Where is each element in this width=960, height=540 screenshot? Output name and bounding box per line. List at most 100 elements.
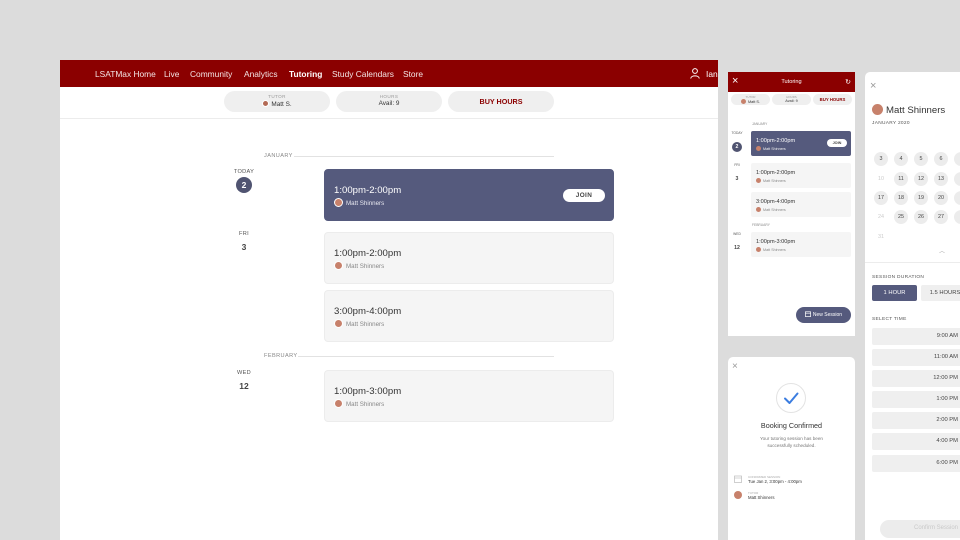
session-tutor: Matt Shinners <box>763 208 786 212</box>
user-icon[interactable] <box>690 68 700 79</box>
session-time: 1:00pm-3:00pm <box>334 386 402 397</box>
join-button[interactable]: JOIN <box>827 139 847 147</box>
duration-option[interactable]: 1.5 HOURS <box>921 285 960 301</box>
day-number: 3 <box>735 176 739 182</box>
calendar-day[interactable]: 5 <box>914 152 928 166</box>
time-slot[interactable]: 1:00 PM <box>872 391 960 408</box>
calendar-day: 31 <box>878 234 884 240</box>
session-time: 1:00pm-2:00pm <box>334 248 402 259</box>
tutor-selector[interactable]: TUTOR Matt S. <box>224 91 330 112</box>
time-slot-label: 2:00 PM <box>936 417 958 423</box>
nav-lsatmax-home[interactable]: LSATMax Home <box>95 69 156 79</box>
close-icon[interactable]: × <box>732 361 738 372</box>
mobile-view: × Tutoring ↻ TUTOR Matt S. HOURS Avail: … <box>728 72 855 336</box>
confirmation-message: Your tutoring session has been successfu… <box>760 436 823 448</box>
duration-option-selected[interactable]: 1 HOUR <box>872 285 917 301</box>
calendar-day[interactable]: 19 <box>914 191 928 205</box>
hours-display: HOURS Avail: 9 <box>336 91 442 112</box>
nav-analytics[interactable]: Analytics <box>244 69 278 79</box>
day-name: FRI <box>734 163 740 167</box>
session-card[interactable]: 1:00pm-2:00pm Matt Shinners <box>324 232 614 284</box>
month-label-january: JANUARY <box>752 122 768 126</box>
day-marker-fri: FRI 3 <box>232 231 256 255</box>
tutor-name: Matt Shinners <box>886 105 946 116</box>
new-session-button[interactable]: New Session <box>796 307 851 323</box>
nav-tutoring[interactable]: Tutoring <box>289 69 322 79</box>
time-slot[interactable]: 11:00 AM <box>872 349 960 366</box>
nav-live[interactable]: Live <box>164 69 179 79</box>
month-label-february: FEBRUARY <box>264 353 298 359</box>
day-number: 2 <box>236 177 252 193</box>
calendar-day[interactable]: 4 <box>894 152 908 166</box>
calendar-day[interactable] <box>954 210 960 224</box>
session-card[interactable]: 1:00pm-2:00pm Matt Shinners <box>751 163 851 188</box>
tutor-avatar <box>334 198 343 207</box>
session-time: 1:00pm-2:00pm <box>334 185 402 196</box>
calendar-day[interactable]: 27 <box>934 210 948 224</box>
calendar-day[interactable] <box>954 152 960 166</box>
close-icon[interactable]: × <box>870 80 876 92</box>
calendar-day[interactable]: 6 <box>934 152 948 166</box>
calendar-day[interactable]: 17 <box>874 191 888 205</box>
time-slot[interactable]: 2:00 PM <box>872 412 960 429</box>
refresh-icon[interactable]: ↻ <box>845 78 851 86</box>
session-card[interactable]: 1:00pm-3:00pm Matt Shinners <box>324 370 614 422</box>
month-label-february: FEBRUARY <box>752 223 770 227</box>
tutor-avatar <box>756 247 761 252</box>
hours-value: Avail: 9 <box>378 100 400 107</box>
tutor-avatar <box>734 491 742 499</box>
session-time: 1:00pm-3:00pm <box>756 239 796 245</box>
tutor-avatar <box>334 319 343 328</box>
calendar-day[interactable]: 18 <box>894 191 908 205</box>
session-tutor: Matt Shinners <box>346 321 385 328</box>
nav-store[interactable]: Store <box>403 69 423 79</box>
time-slot[interactable]: 6:00 PM <box>872 455 960 472</box>
calendar-day[interactable] <box>954 172 960 186</box>
month-divider <box>298 356 554 357</box>
calendar-day[interactable] <box>954 191 960 205</box>
chevron-up-icon[interactable]: ︿ <box>939 246 945 255</box>
day-number: 12 <box>734 245 740 251</box>
session-card-active[interactable]: 1:00pm-2:00pm Matt Shinners JOIN <box>751 131 851 156</box>
calendar-icon <box>734 475 742 483</box>
tutor-label: TUTOR <box>268 94 286 99</box>
calendar-day[interactable]: 13 <box>934 172 948 186</box>
mobile-hours-display: HOURS Avail: 9 <box>772 94 811 105</box>
session-card-active[interactable]: 1:00pm-2:00pm Matt Shinners JOIN <box>324 169 614 221</box>
confirm-session-button[interactable]: Confirm Session <box>880 520 960 538</box>
tutor-avatar <box>262 100 270 107</box>
day-marker-fri: FRI 3 <box>730 163 744 185</box>
user-name[interactable]: Ian <box>706 69 718 79</box>
day-marker-wed: WED 12 <box>730 232 744 254</box>
session-tutor: Matt Shinners <box>763 248 786 252</box>
time-slot[interactable]: 4:00 PM <box>872 433 960 450</box>
session-card[interactable]: 3:00pm-4:00pm Matt Shinners <box>324 290 614 342</box>
time-slot[interactable]: 9:00 AM <box>872 328 960 345</box>
calendar-day[interactable]: 26 <box>914 210 928 224</box>
calendar-day[interactable]: 3 <box>874 152 888 166</box>
time-slot-label: 11:00 AM <box>933 354 958 360</box>
time-slot[interactable]: 12:00 PM <box>872 370 960 387</box>
desktop-view: LSATMax Home Live Community Analytics Tu… <box>60 60 718 540</box>
tutor-value: Matt S. <box>747 100 761 104</box>
nav-community[interactable]: Community <box>190 69 232 79</box>
join-button[interactable]: JOIN <box>563 189 605 202</box>
tutor-avatar <box>756 207 761 212</box>
tutor-avatar <box>334 399 343 408</box>
calendar-month: JANUARY 2020 <box>872 121 910 126</box>
nav-study-calendars[interactable]: Study Calendars <box>332 69 394 79</box>
buy-hours-button[interactable]: BUY HOURS <box>448 91 554 112</box>
mobile-tutor-selector[interactable]: TUTOR Matt S. <box>731 94 770 105</box>
calendar-day[interactable]: 25 <box>894 210 908 224</box>
session-card[interactable]: 1:00pm-3:00pm Matt Shinners <box>751 232 851 257</box>
calendar-day[interactable]: 11 <box>894 172 908 186</box>
calendar-day[interactable]: 12 <box>914 172 928 186</box>
session-card[interactable]: 3:00pm-4:00pm Matt Shinners <box>751 192 851 217</box>
mobile-buy-hours-button[interactable]: BUY HOURS <box>813 94 852 105</box>
calendar-icon <box>804 311 811 317</box>
schedule-session-panel: × Matt Shinners JANUARY 2020 3 4 5 6 10 … <box>865 72 960 540</box>
calendar-day[interactable]: 20 <box>934 191 948 205</box>
tutor-avatar <box>756 178 761 183</box>
month-divider <box>294 156 554 157</box>
calendar-day: 10 <box>878 176 884 182</box>
